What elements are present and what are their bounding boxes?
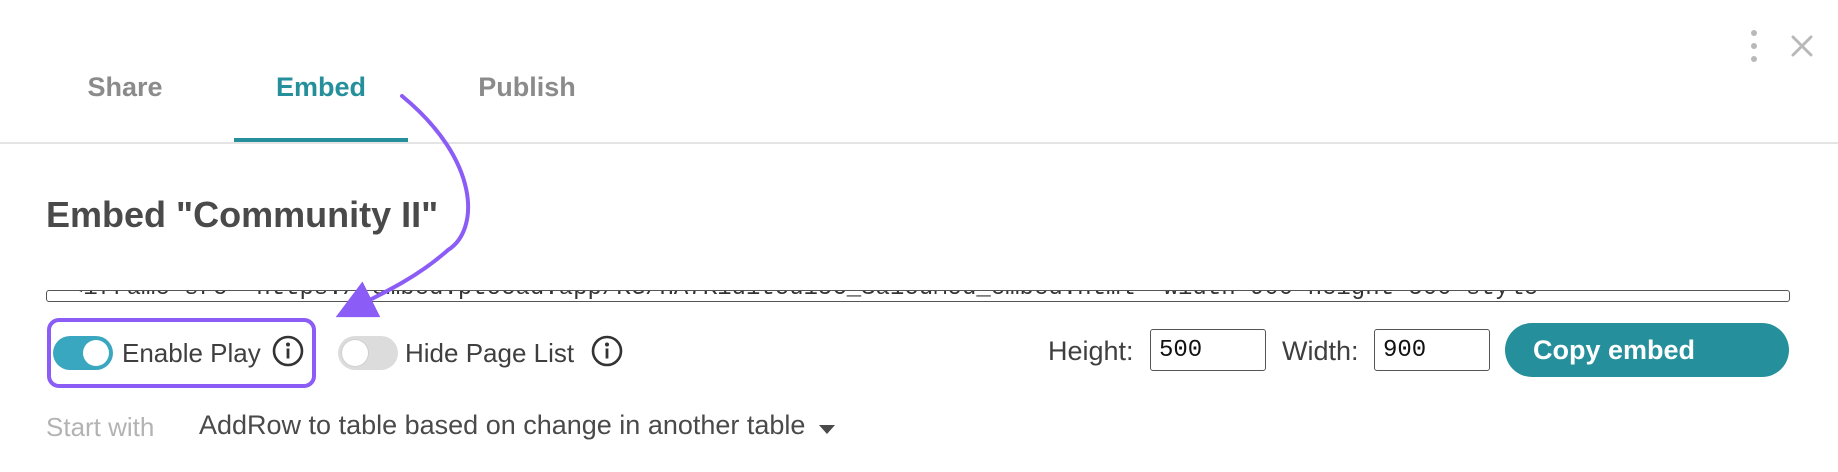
toggle-knob [342,340,368,366]
tab-publish[interactable]: Publish [460,72,594,142]
start-with-value: AddRow to table based on change in anoth… [199,410,806,440]
embed-code-text: <iframe src="https://embed.ptocad.app/KG… [69,291,1567,301]
height-label: Height: [1048,336,1134,366]
toggle-knob [83,340,109,366]
enable-play-toggle[interactable] [53,336,113,370]
info-icon[interactable] [590,334,624,368]
info-icon[interactable] [271,334,305,368]
hide-page-list-label: Hide Page List [405,338,575,368]
start-with-dropdown[interactable]: AddRow to table based on change in anoth… [199,410,836,444]
height-input[interactable] [1150,329,1266,371]
tab-bar: Share Embed Publish [0,0,1838,144]
hide-page-list-toggle[interactable] [338,336,398,370]
tab-share[interactable]: Share [60,72,190,142]
embed-dialog: Share Embed Publish Embed "Community II"… [0,0,1838,472]
width-input[interactable] [1374,329,1490,371]
caret-down-icon [819,425,836,435]
enable-play-label: Enable Play [122,338,261,368]
embed-code-field[interactable]: <iframe src="https://embed.ptocad.app/KG… [46,290,1790,302]
copy-embed-button[interactable]: Copy embed [1505,323,1789,377]
dialog-title: Embed "Community II" [46,194,439,235]
tab-embed[interactable]: Embed [234,72,408,142]
start-with-label: Start with [46,412,155,442]
width-label: Width: [1282,336,1359,366]
